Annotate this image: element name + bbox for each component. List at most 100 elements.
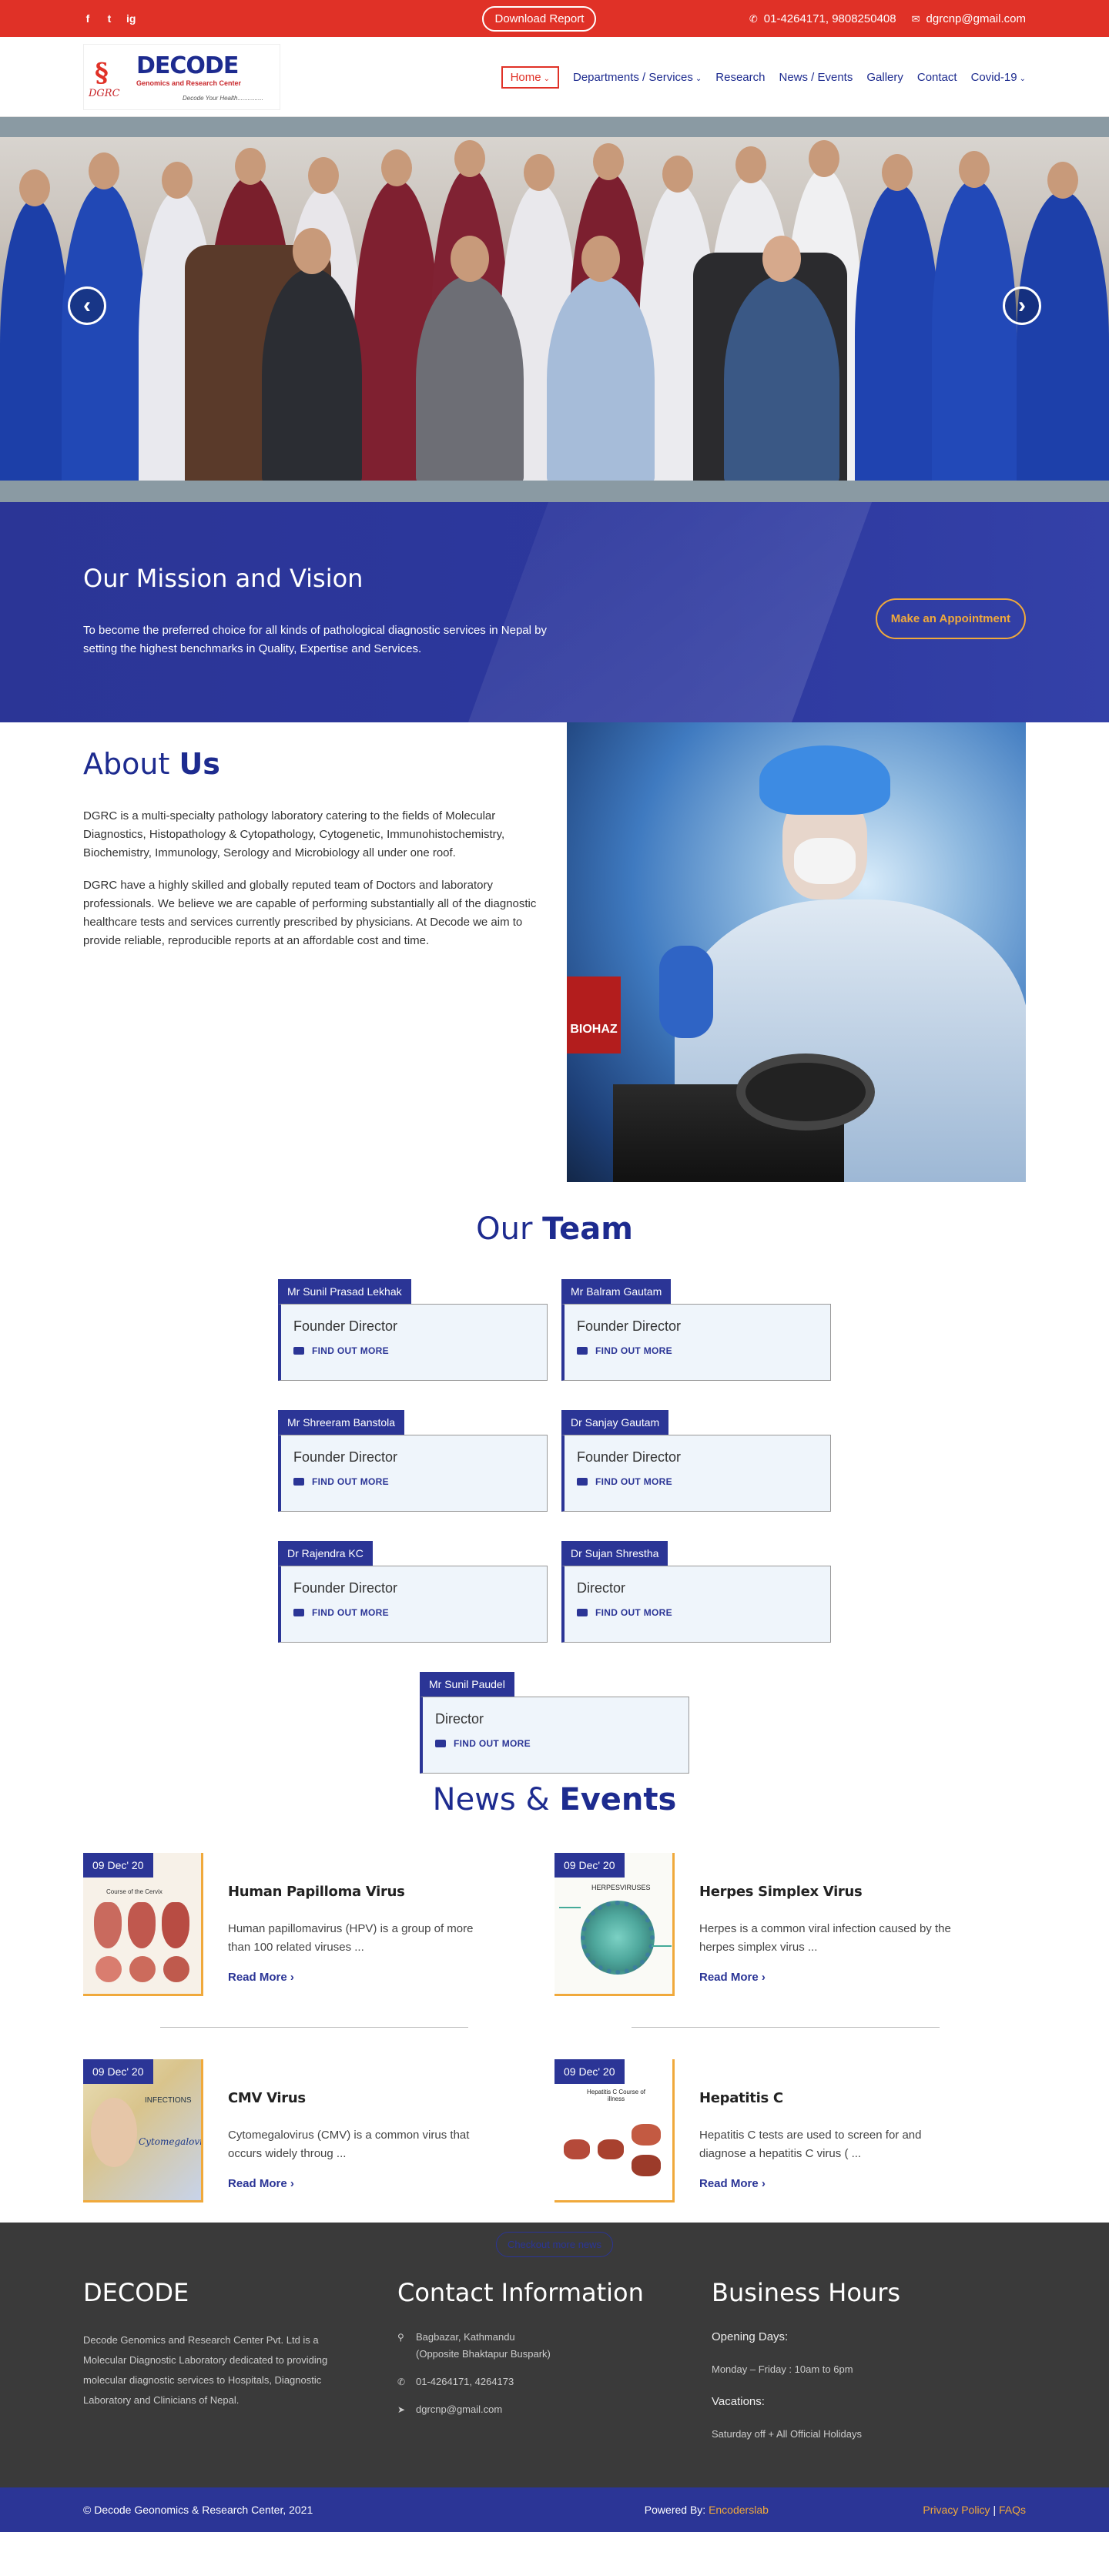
top-email[interactable]: dgrcnp@gmail.com <box>926 12 1026 25</box>
encoderslab-link[interactable]: Encoderslab <box>709 2504 769 2516</box>
copyright-text: © Decode Geonomics & Research Center, 20… <box>83 2504 313 2516</box>
find-out-more-link[interactable]: FIND OUT MORE <box>577 1476 818 1487</box>
news-title-text[interactable]: Human Papilloma Virus <box>228 1884 490 1900</box>
news-date: 09 Dec' 20 <box>554 1853 625 1878</box>
team-card: Dr Rajendra KC Founder Director FIND OUT… <box>278 1541 548 1643</box>
faqs-link[interactable]: FAQs <box>999 2504 1026 2516</box>
vacations-label: Vacations: <box>712 2395 765 2408</box>
find-out-more-link[interactable]: FIND OUT MORE <box>577 1345 818 1356</box>
find-out-more-link[interactable]: FIND OUT MORE <box>435 1738 676 1749</box>
dna-icon: § <box>95 58 109 89</box>
id-card-icon <box>435 1740 446 1747</box>
phone-icon: ✆ <box>397 2377 406 2387</box>
vacations-value: Saturday off + All Official Holidays <box>712 2428 862 2440</box>
chevron-down-icon: ⌄ <box>1019 74 1026 83</box>
news-date: 09 Dec' 20 <box>83 1853 153 1878</box>
news-title: News & Events <box>432 1782 677 1817</box>
main-nav: Home ⌄ Departments / Services ⌄ Research N… <box>501 65 1026 89</box>
download-report-button[interactable]: Download Report <box>482 5 597 32</box>
team-member-name: Mr Shreeram Banstola <box>278 1410 405 1435</box>
team-member-role: Founder Director <box>293 1318 398 1334</box>
news-excerpt: Cytomegalovirus (CMV) is a common virus … <box>228 2129 470 2160</box>
find-out-more-link[interactable]: FIND OUT MORE <box>293 1476 534 1487</box>
site-header: § DGRC DECODE Genomics and Research Cent… <box>0 37 1109 117</box>
find-out-more-link[interactable]: FIND OUT MORE <box>293 1607 534 1618</box>
team-card: Mr Shreeram Banstola Founder Director FI… <box>278 1410 548 1512</box>
news-separator <box>83 1996 554 2059</box>
twitter-icon[interactable]: t <box>105 12 114 25</box>
team-member-name: Mr Sunil Paudel <box>420 1672 514 1697</box>
mission-section: Our Mission and Vision To become the pre… <box>0 502 1109 722</box>
facebook-icon[interactable]: f <box>83 12 92 25</box>
footer-address: Bagbazar, Kathmandu (Opposite Bhaktapur B… <box>416 2331 551 2360</box>
team-title: Our Team <box>476 1211 633 1247</box>
read-more-link[interactable]: Read More › <box>228 1971 490 1984</box>
news-title-text[interactable]: Herpes Simplex Virus <box>699 1884 961 1900</box>
footer-phone[interactable]: 01-4264171, 4264173 <box>416 2373 514 2390</box>
logo-name: DECODE <box>136 52 239 79</box>
news-date: 09 Dec' 20 <box>554 2059 625 2084</box>
news-date: 09 Dec' 20 <box>83 2059 153 2084</box>
news-item: Hepatitis C Course of illness 09 Dec' 20… <box>554 2059 1026 2202</box>
team-group-photo <box>0 137 1109 481</box>
find-out-more-link[interactable]: FIND OUT MORE <box>577 1607 818 1618</box>
team-member-name: Dr Sanjay Gautam <box>561 1410 669 1435</box>
location-pin-icon: ⚲ <box>397 2332 404 2343</box>
nav-contact[interactable]: Contact <box>917 71 957 84</box>
team-member-role: Founder Director <box>293 1449 398 1465</box>
top-bar: f t ig Download Report ✆ 01-4264171, 9808… <box>0 0 1109 37</box>
id-card-icon <box>293 1609 304 1616</box>
team-member-role: Founder Director <box>577 1449 682 1465</box>
social-links: f t ig <box>83 12 330 25</box>
nav-home[interactable]: Home ⌄ <box>501 65 559 89</box>
read-more-link[interactable]: Read More › <box>699 2177 961 2190</box>
nav-departments[interactable]: Departments / Services ⌄ <box>573 71 702 84</box>
mission-title: Our Mission and Vision <box>83 564 364 593</box>
news-section: News & Events Course of the Cervix 09 De… <box>0 1722 1109 2257</box>
logo-mark: § DGRC <box>89 55 133 99</box>
news-title-text[interactable]: Hepatitis C <box>699 2090 961 2106</box>
opening-days-value: Monday – Friday : 10am to 6pm <box>712 2363 853 2375</box>
mail-icon: ✉ <box>911 12 920 25</box>
nav-covid[interactable]: Covid-19 ⌄ <box>971 71 1026 84</box>
top-phone[interactable]: 01-4264171, 9808250408 <box>764 12 896 25</box>
team-member-name: Dr Rajendra KC <box>278 1541 373 1566</box>
instagram-icon[interactable]: ig <box>126 12 136 25</box>
privacy-policy-link[interactable]: Privacy Policy <box>923 2504 990 2516</box>
news-title-text[interactable]: CMV Virus <box>228 2090 490 2106</box>
send-icon: ➤ <box>397 2404 406 2415</box>
slider-prev-button[interactable]: ‹ <box>68 286 106 325</box>
nav-news-events[interactable]: News / Events <box>779 71 853 84</box>
footer-hours-title: Business Hours <box>712 2278 901 2307</box>
footer-email[interactable]: dgrcnp@gmail.com <box>416 2401 502 2418</box>
read-more-link[interactable]: Read More › <box>699 1971 961 1984</box>
logo-subtitle: Genomics and Research Center <box>136 79 242 87</box>
footer-about-text: Decode Genomics and Research Center Pvt.… <box>83 2334 328 2406</box>
team-card: Mr Sunil Paudel Director FIND OUT MORE <box>420 1672 689 1774</box>
news-excerpt: Herpes is a common viral infection cause… <box>699 1922 951 1954</box>
team-card: Dr Sanjay Gautam Founder Director FIND O… <box>561 1410 831 1512</box>
footer-about-column: DECODE Decode Genomics and Research Cent… <box>83 2223 397 2487</box>
footer-contact-title: Contact Information <box>397 2278 644 2307</box>
site-logo[interactable]: § DGRC DECODE Genomics and Research Cent… <box>83 44 280 110</box>
slider-next-button[interactable]: › <box>1003 286 1041 325</box>
lab-technician-image: BIOHAZ <box>567 722 1026 1182</box>
thumb-caption: Cytomegalovirus <box>139 2136 203 2147</box>
phone-icon: ✆ <box>749 12 758 25</box>
nav-gallery[interactable]: Gallery <box>866 71 903 84</box>
news-item: Course of the Cervix 09 Dec' 20 Human Pa… <box>83 1853 554 1996</box>
read-more-link[interactable]: Read More › <box>228 2177 490 2190</box>
make-appointment-button[interactable]: Make an Appointment <box>875 598 1026 639</box>
news-grid: Course of the Cervix 09 Dec' 20 Human Pa… <box>83 1853 1026 2202</box>
about-paragraph-2: DGRC have a highly skilled and globally … <box>83 879 537 947</box>
find-out-more-link[interactable]: FIND OUT MORE <box>293 1345 534 1356</box>
thumb-caption: HERPESVIRUSES <box>591 1884 651 1891</box>
footer-link-separator: | <box>993 2504 997 2516</box>
powered-by: Powered By: Encoderslab <box>644 2504 769 2516</box>
id-card-icon <box>577 1347 588 1355</box>
news-item: INFECTIONS Cytomegalovirus 09 Dec' 20 CM… <box>83 2059 554 2202</box>
team-member-name: Dr Sujan Shrestha <box>561 1541 668 1566</box>
logo-tagline: Decode Your Health............... <box>183 95 263 102</box>
nav-research[interactable]: Research <box>715 71 765 84</box>
about-title: About Us <box>83 747 220 781</box>
